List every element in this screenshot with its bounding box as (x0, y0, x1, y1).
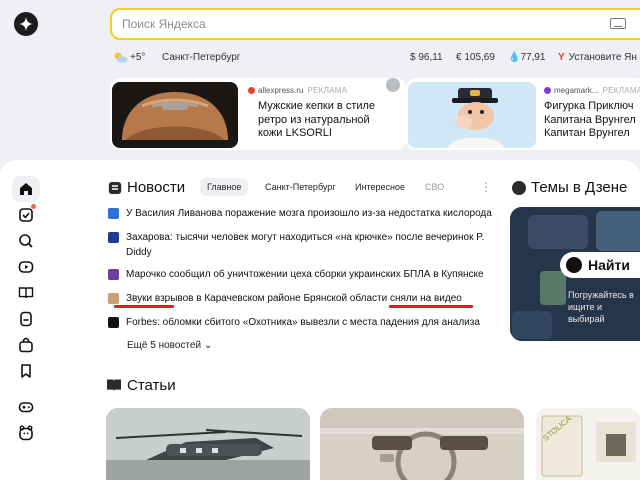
yandex-logo[interactable] (14, 12, 38, 36)
bookmark-icon (21, 364, 31, 378)
sidebar-item-games[interactable] (12, 394, 40, 420)
sidebar-item-bookmarks[interactable] (12, 358, 40, 384)
news-source-icon (108, 232, 119, 243)
search-icon (19, 234, 33, 248)
tab-interesting[interactable]: Интересное (348, 178, 412, 196)
chevron-down-icon: ⌄ (203, 340, 213, 351)
article-card-car-interior[interactable] (320, 408, 524, 480)
bear-icon (19, 425, 33, 441)
install-browser-link[interactable]: Y Установите Ян (558, 52, 637, 63)
sidebar-item-kids[interactable] (12, 420, 40, 446)
weather-icon (114, 52, 128, 63)
ad-source-icon (544, 87, 551, 94)
articles-icon (107, 379, 121, 391)
news-source-icon (108, 293, 119, 304)
articles-title[interactable]: Статьи (127, 377, 176, 394)
info-bar: +5° Санкт-Петербург $ 96,11 € 105,69 💧77… (110, 50, 640, 66)
ad-source[interactable]: megamark... РЕКЛАМА (544, 86, 640, 95)
article-image (106, 408, 310, 480)
disk-icon (20, 311, 32, 327)
sidebar-item-tasks[interactable] (12, 202, 40, 228)
sidebar-item-reading[interactable] (12, 280, 40, 306)
book-icon (18, 287, 34, 299)
oil-rate[interactable]: 💧77,91 (508, 52, 545, 63)
dzen-find-button[interactable]: Найти (560, 252, 640, 278)
dzen-icon (512, 181, 526, 195)
article-card-helicopter[interactable] (106, 408, 310, 480)
video-icon (18, 261, 34, 273)
notification-dot (31, 204, 36, 209)
keyboard-icon[interactable] (610, 18, 626, 29)
sidebar-item-search[interactable] (12, 228, 40, 254)
sidebar-item-home[interactable] (12, 176, 40, 202)
ad-image-figure (408, 82, 536, 148)
ad-card-figure[interactable]: megamark... РЕКЛАМА Фигурка Приключ Капит… (406, 78, 640, 150)
news-icon (108, 182, 122, 194)
ad-source[interactable]: allexpress.ru РЕКЛАМА (248, 86, 347, 95)
oil-drop-icon: 💧 (508, 52, 521, 63)
news-headline[interactable]: У Василия Ливанова поражение мозга произ… (126, 206, 498, 221)
city[interactable]: Санкт-Петербург (162, 52, 240, 63)
market-bag-icon (19, 337, 33, 353)
news-source-icon (108, 208, 119, 219)
news-source-icon (108, 269, 119, 280)
ad-source-icon (248, 87, 255, 94)
news-headline[interactable]: Захарова: тысячи человек могут находитьс… (126, 230, 498, 260)
ad-image-cap (112, 82, 238, 148)
sidebar-item-disk[interactable] (12, 306, 40, 332)
temperature[interactable]: +5° (130, 52, 145, 63)
sidebar-item-video[interactable] (12, 254, 40, 280)
eur-rate[interactable]: € 105,69 (456, 52, 495, 63)
article-image (320, 408, 524, 480)
dzen-title[interactable]: Темы в Дзене (531, 179, 627, 196)
ad-card-caps[interactable]: allexpress.ru РЕКЛАМА Мужские кепки в сти… (110, 78, 406, 150)
news-headline[interactable]: Марочко сообщил об уничтожении цеха сбор… (126, 267, 498, 282)
search-input[interactable] (112, 10, 592, 38)
sidebar-item-market[interactable] (12, 332, 40, 358)
news-headline[interactable]: Forbes: обломки сбитого «Охотника» вывез… (126, 315, 498, 330)
tab-svo[interactable]: СВО (418, 178, 451, 196)
gamepad-icon (18, 402, 34, 413)
ad-text[interactable]: Фигурка Приключ Капитана Врунгел Капитан… (544, 100, 636, 141)
tab-spb[interactable]: Санкт-Петербург (258, 178, 343, 196)
news-source-icon (108, 317, 119, 328)
search-box[interactable] (110, 8, 640, 40)
red-underline-annotation (114, 305, 174, 308)
article-card-stamps[interactable]: STOLICA (536, 408, 640, 480)
tasks-icon (19, 208, 33, 222)
sparkle-icon (19, 17, 33, 31)
dzen-search-icon (566, 257, 582, 273)
tab-main[interactable]: Главное (200, 178, 249, 196)
red-underline-annotation (389, 305, 473, 308)
article-image: STOLICA (536, 408, 640, 480)
home-icon (20, 183, 32, 195)
ad-text[interactable]: Мужские кепки в стиле ретро из натуральн… (258, 100, 375, 141)
more-news-link[interactable]: Ещё 5 новостей ⌄ (127, 340, 212, 351)
usd-rate[interactable]: $ 96,11 (410, 52, 443, 63)
ad-close-icon[interactable] (386, 78, 400, 92)
news-title[interactable]: Новости (127, 179, 185, 196)
yandex-y-icon: Y (558, 52, 565, 63)
news-more-menu-icon[interactable]: ⋮ (480, 180, 492, 194)
news-headline[interactable]: Звуки взрывов в Карачевском районе Брянс… (126, 291, 498, 306)
dzen-text: Погружайтесь в ищите и выбирай (568, 290, 634, 324)
